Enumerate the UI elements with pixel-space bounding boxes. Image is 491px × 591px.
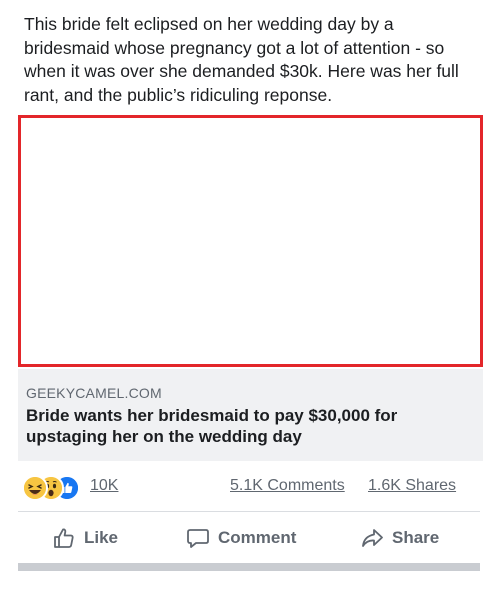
link-preview[interactable]: GEEKYCAMEL.COM Bride wants her bridesmai… xyxy=(18,369,483,461)
action-bar: Like Comment Share xyxy=(18,518,480,558)
media-placeholder[interactable] xyxy=(18,115,483,367)
share-arrow-icon xyxy=(362,529,383,547)
reaction-count[interactable]: 10K xyxy=(90,477,118,495)
comment-button[interactable]: Comment xyxy=(186,522,296,554)
thumbs-up-icon xyxy=(54,528,74,548)
comment-label: Comment xyxy=(218,528,297,547)
like-label: Like xyxy=(84,528,119,547)
comments-count[interactable]: 5.1K Comments xyxy=(230,477,345,495)
like-button[interactable]: Like xyxy=(52,522,118,554)
post-separator xyxy=(18,563,480,571)
link-domain: GEEKYCAMEL.COM xyxy=(26,385,162,401)
laughing-emoji-icon xyxy=(22,475,48,501)
comment-bubble-icon xyxy=(187,529,209,548)
engagement-stats: 10K 5.1K Comments 1.6K Shares xyxy=(18,474,468,501)
link-title[interactable]: Bride wants her bridesmaid to pay $30,00… xyxy=(26,405,456,447)
divider xyxy=(18,511,480,512)
share-button[interactable]: Share xyxy=(360,522,439,554)
post-card: This bride felt eclipsed on her wedding … xyxy=(0,0,491,591)
post-text: This bride felt eclipsed on her wedding … xyxy=(24,14,459,105)
reaction-icons[interactable] xyxy=(22,474,92,501)
share-label: Share xyxy=(392,528,440,547)
shares-count[interactable]: 1.6K Shares xyxy=(368,477,456,495)
